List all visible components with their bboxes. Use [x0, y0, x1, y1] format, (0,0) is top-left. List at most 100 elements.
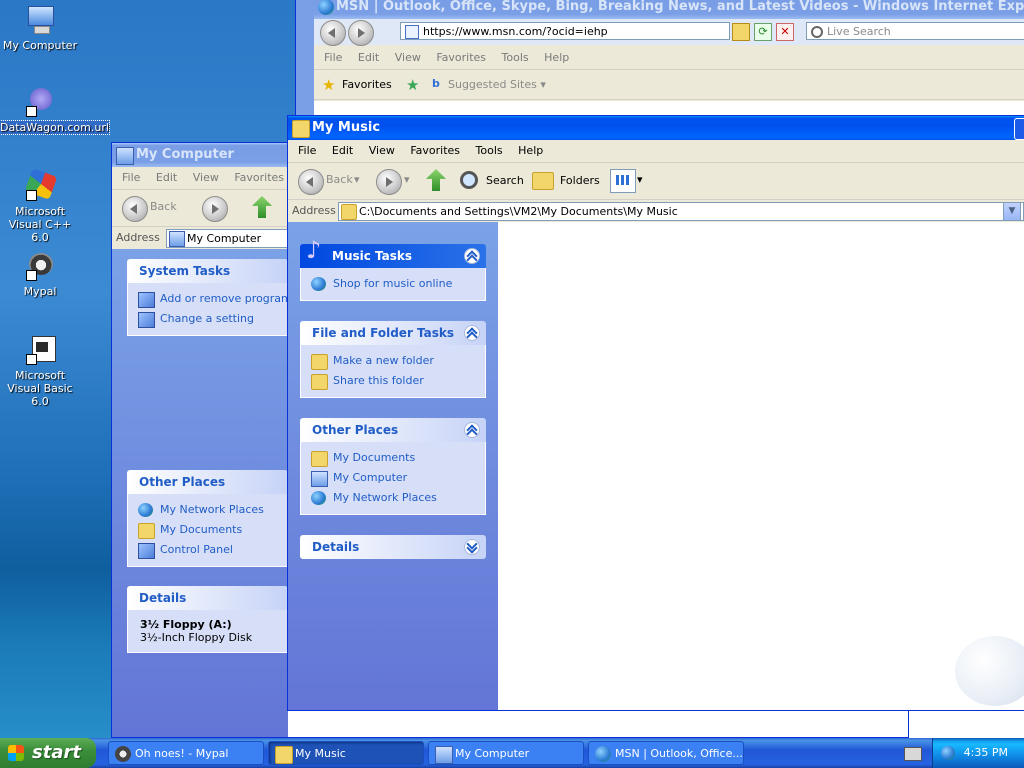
collapse-icon[interactable] — [464, 422, 480, 438]
other-places-title: Other Places — [139, 475, 226, 489]
network-icon[interactable] — [941, 746, 955, 760]
keyboard-icon[interactable] — [904, 747, 922, 761]
menu-file[interactable]: File — [324, 51, 342, 64]
share-folder-link[interactable]: Share this folder — [311, 371, 475, 391]
desktop-icon-datawagon[interactable]: DataWagon.com.url — [0, 86, 110, 135]
my-music-title-bar[interactable]: My Music — [288, 116, 1024, 140]
other-places-header[interactable]: Other Places — [127, 470, 288, 494]
address-dropdown-button[interactable]: ▼ — [1003, 202, 1021, 221]
ie-search-field[interactable]: Live Search — [806, 22, 1024, 40]
back-button[interactable] — [122, 196, 148, 222]
menu-view[interactable]: View — [193, 171, 219, 184]
other-places-body: My Network Places My Documents Control P… — [127, 494, 288, 567]
taskbar-item-my-computer[interactable]: My Computer — [428, 741, 584, 765]
favorites-button[interactable]: ★ Favorites — [322, 76, 392, 94]
refresh-icon[interactable]: ⟳ — [754, 23, 772, 41]
menu-help[interactable]: Help — [544, 51, 569, 64]
details-item-name: 3½ Floppy (A:) — [140, 618, 232, 631]
menu-favorites[interactable]: Favorites — [436, 51, 486, 64]
make-new-folder-link[interactable]: Make a new folder — [311, 351, 475, 371]
expand-icon[interactable] — [464, 539, 480, 555]
details-title: Details — [312, 540, 360, 554]
my-music-window[interactable]: My Music File Edit View Favorites Tools … — [287, 115, 1024, 711]
menu-tools[interactable]: Tools — [476, 144, 503, 157]
up-folder-icon[interactable] — [426, 169, 446, 191]
menu-edit[interactable]: Edit — [156, 171, 177, 184]
mypal-icon — [24, 250, 56, 282]
add-remove-programs-icon — [138, 292, 155, 308]
details-header[interactable]: Details — [127, 586, 288, 610]
my-computer-link[interactable]: My Computer — [311, 468, 475, 488]
task-label: My Computer — [455, 747, 530, 760]
search-button[interactable]: Search — [458, 169, 524, 193]
my-documents-link[interactable]: My Documents — [311, 448, 475, 468]
desktop-icon-visual-basic[interactable]: Microsoft Visual Basic 6.0 — [0, 334, 80, 408]
link-label: My Documents — [160, 523, 243, 536]
details-panel: Details 3½ Floppy (A:) 3½-Inch Floppy Di… — [127, 586, 288, 653]
ie-title-bar[interactable]: MSN | Outlook, Office, Skype, Bing, Brea… — [296, 0, 1024, 19]
ie-url-field[interactable]: https://www.msn.com/?ocid=iehp — [400, 22, 730, 40]
music-folder-icon — [275, 746, 293, 764]
my-documents-link[interactable]: My Documents — [138, 520, 277, 540]
menu-tools[interactable]: Tools — [502, 51, 529, 64]
address-label: Address — [116, 231, 160, 244]
menu-edit[interactable]: Edit — [332, 144, 353, 157]
file-folder-tasks-header[interactable]: File and Folder Tasks — [300, 321, 486, 345]
taskbar-item-mypal[interactable]: Oh noes! - Mypal — [108, 741, 264, 765]
task-label: My Music — [295, 747, 346, 760]
lock-icon[interactable] — [732, 23, 750, 41]
clock[interactable]: 4:35 PM — [964, 746, 1008, 759]
star-icon: ★ — [322, 76, 336, 94]
control-panel-link[interactable]: Control Panel — [138, 540, 277, 560]
ie-menubar: File Edit View Favorites Tools Help — [314, 47, 1024, 70]
details-header[interactable]: Details — [300, 535, 486, 559]
ie-icon — [595, 746, 611, 762]
my-network-places-link[interactable]: My Network Places — [311, 488, 475, 508]
views-dropdown-icon[interactable]: ▾ — [637, 173, 643, 186]
menu-file[interactable]: File — [122, 171, 140, 184]
menu-edit[interactable]: Edit — [358, 51, 379, 64]
page-icon — [405, 25, 419, 39]
link-label: Add or remove programs — [160, 292, 298, 305]
back-dropdown-icon[interactable]: ▾ — [354, 173, 360, 186]
ie-back-button[interactable] — [320, 20, 346, 46]
change-setting-link[interactable]: Change a setting — [138, 309, 277, 329]
address-field[interactable]: C:\Documents and Settings\VM2\My Documen… — [338, 202, 1024, 221]
music-tasks-header[interactable]: ♪ Music Tasks — [300, 238, 486, 268]
taskbar-item-my-music[interactable]: My Music — [268, 741, 424, 765]
menu-help[interactable]: Help — [518, 144, 543, 157]
minimize-button[interactable] — [1014, 118, 1024, 140]
my-network-places-link[interactable]: My Network Places — [138, 500, 277, 520]
other-places-header[interactable]: Other Places — [300, 418, 486, 442]
desktop-icon-visual-cpp[interactable]: Microsoft Visual C++ 6.0 — [0, 168, 80, 244]
forward-dropdown-icon[interactable]: ▾ — [404, 173, 410, 186]
menu-favorites[interactable]: Favorites — [234, 171, 284, 184]
desktop: { "desktop": { "icons": [ {"label": "My … — [0, 0, 1024, 768]
add-favorite-icon[interactable]: ★ — [406, 76, 419, 94]
collapse-icon[interactable] — [464, 248, 480, 264]
system-tasks-header[interactable]: System Tasks — [127, 259, 288, 283]
menu-view[interactable]: View — [369, 144, 395, 157]
desktop-icon-mypal[interactable]: Mypal — [0, 250, 80, 298]
file-folder-tasks-title: File and Folder Tasks — [312, 326, 455, 340]
start-button[interactable]: start — [0, 738, 96, 768]
menu-file[interactable]: File — [298, 144, 316, 157]
shop-for-music-link[interactable]: Shop for music online — [311, 274, 475, 294]
forward-button[interactable] — [376, 169, 402, 195]
forward-button[interactable] — [202, 196, 228, 222]
taskbar-item-msn[interactable]: MSN | Outlook, Office... — [588, 741, 744, 765]
task-label: MSN | Outlook, Office... — [615, 747, 743, 760]
menu-favorites[interactable]: Favorites — [410, 144, 460, 157]
ie-forward-button[interactable] — [348, 20, 374, 46]
folders-button[interactable]: Folders — [532, 169, 600, 193]
back-button[interactable] — [298, 169, 324, 195]
menu-view[interactable]: View — [395, 51, 421, 64]
other-places-panel: Other Places My Network Places My Docume… — [127, 470, 288, 567]
suggested-sites-button[interactable]: b Suggested Sites ▾ — [432, 77, 546, 91]
add-remove-programs-link[interactable]: Add or remove programs — [138, 289, 298, 309]
up-folder-icon[interactable] — [252, 196, 272, 218]
collapse-icon[interactable] — [464, 325, 480, 341]
stop-icon[interactable]: ✕ — [776, 23, 794, 41]
desktop-icon-my-computer[interactable]: My Computer — [0, 4, 80, 52]
views-button[interactable] — [610, 169, 636, 193]
